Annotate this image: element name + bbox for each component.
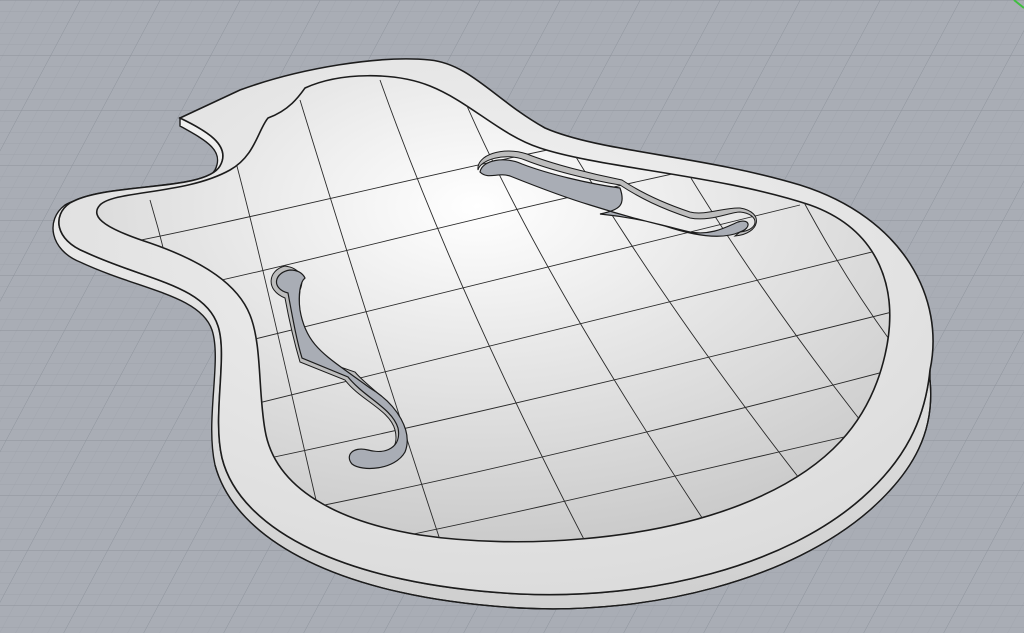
viewport-canvas[interactable] <box>0 0 1024 633</box>
3d-viewport[interactable] <box>0 0 1024 633</box>
